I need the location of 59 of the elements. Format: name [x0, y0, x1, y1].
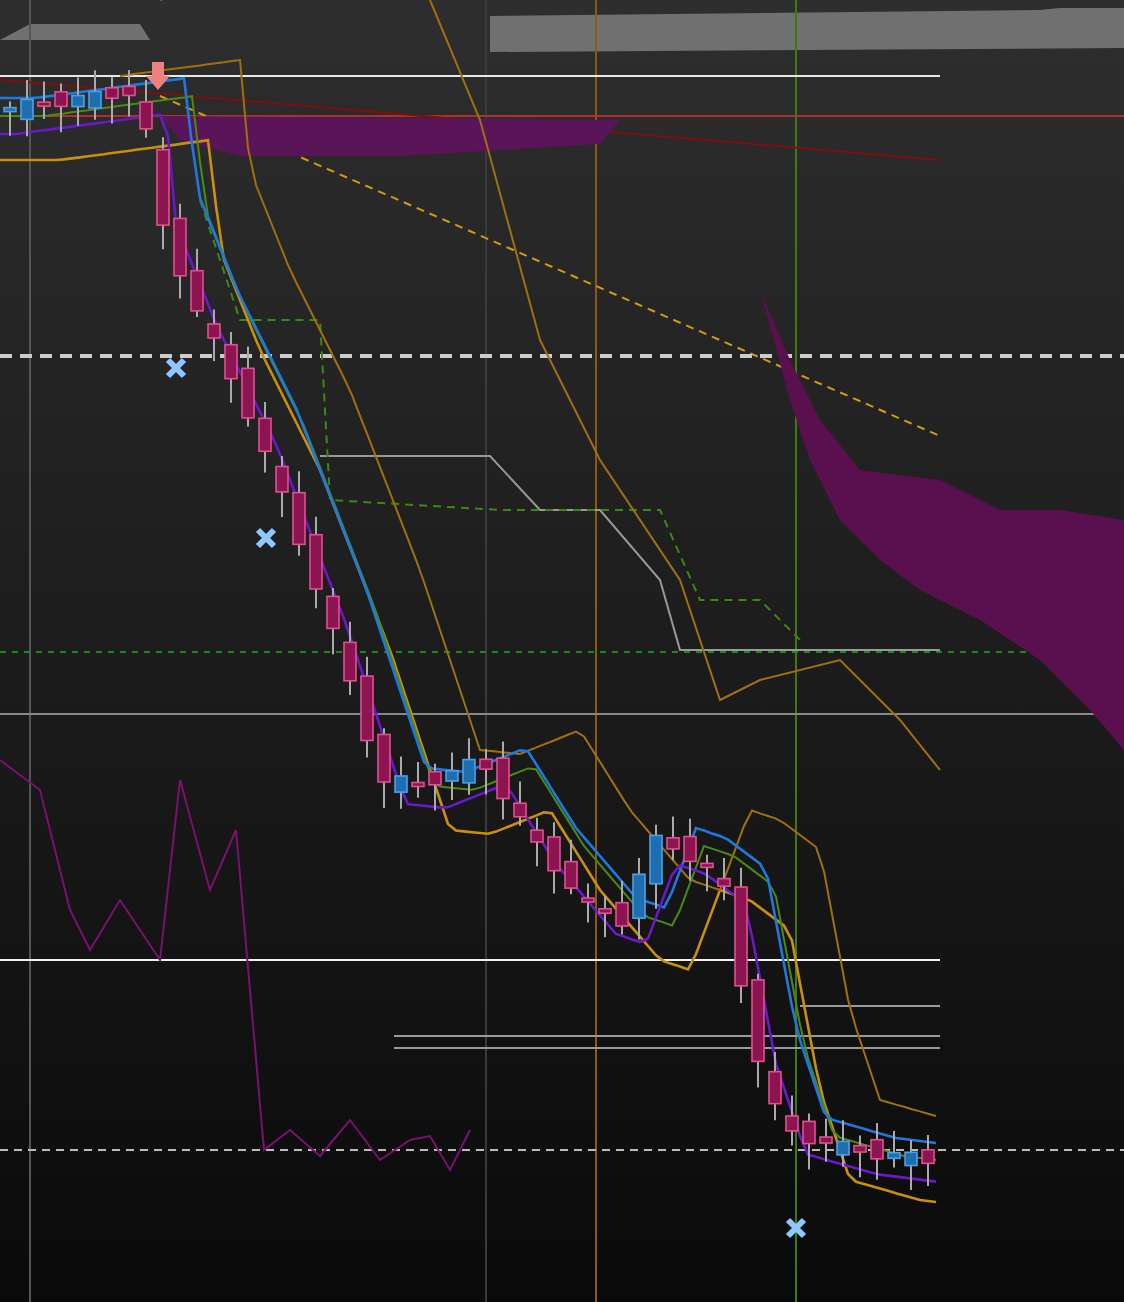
- candlestick: [598, 894, 612, 939]
- candlestick: [224, 330, 238, 404]
- candlestick: [581, 882, 595, 924]
- candlestick: [734, 866, 748, 1004]
- candlestick: [921, 1133, 935, 1187]
- candlestick: [71, 76, 85, 127]
- candlestick: [700, 853, 714, 893]
- candlestick: [326, 587, 340, 656]
- candlestick: [343, 620, 357, 696]
- candlestick: [462, 737, 476, 796]
- cross-marker-icon: [785, 1217, 807, 1239]
- candlestick: [37, 80, 51, 120]
- candlestick: [802, 1112, 816, 1171]
- candlestick: [547, 821, 561, 895]
- candlestick: [3, 100, 17, 137]
- candlestick: [20, 78, 34, 138]
- candlestick: [88, 69, 102, 121]
- candlestick: [530, 816, 544, 868]
- candlestick: [615, 879, 629, 936]
- candlestick: [683, 817, 697, 882]
- candlestick: [666, 815, 680, 862]
- candlestick: [785, 1094, 799, 1147]
- candlestick: [394, 755, 408, 810]
- candlestick: [904, 1138, 918, 1191]
- down-arrow-icon: [146, 62, 170, 90]
- candlestick: [292, 470, 306, 557]
- candlestick: [139, 79, 153, 139]
- candlestick: [445, 751, 459, 801]
- candlestick: [207, 308, 221, 362]
- candlestick: [649, 823, 663, 910]
- candlestick: [173, 202, 187, 300]
- candlestick: [54, 82, 68, 134]
- candlestick: [632, 856, 646, 941]
- candlestick: [156, 136, 170, 251]
- candlestick: [360, 655, 374, 759]
- candlestick: [717, 856, 731, 902]
- candlestick: [122, 68, 136, 118]
- candlestick: [309, 515, 323, 610]
- candlestick: [751, 972, 765, 1089]
- candlestick: [564, 838, 578, 896]
- candlestick: [190, 247, 204, 318]
- candlestick: [377, 727, 391, 809]
- candlestick: [479, 747, 493, 796]
- candlestick: [887, 1129, 901, 1169]
- cross-marker-icon: [255, 527, 277, 549]
- candlestick: [258, 400, 272, 474]
- candlestick: [819, 1117, 833, 1163]
- candlestick: [275, 454, 289, 518]
- candlestick: [411, 761, 425, 799]
- candlestick: [241, 345, 255, 428]
- candlestick: [768, 1051, 782, 1122]
- candlestick: [428, 762, 442, 812]
- candlestick: [853, 1134, 867, 1179]
- candlestick: [870, 1121, 884, 1181]
- candlestick: [496, 740, 510, 821]
- cross-marker-icon: [165, 357, 187, 379]
- candlestick: [513, 780, 527, 827]
- candlestick: [836, 1119, 850, 1168]
- candlestick: [105, 76, 119, 125]
